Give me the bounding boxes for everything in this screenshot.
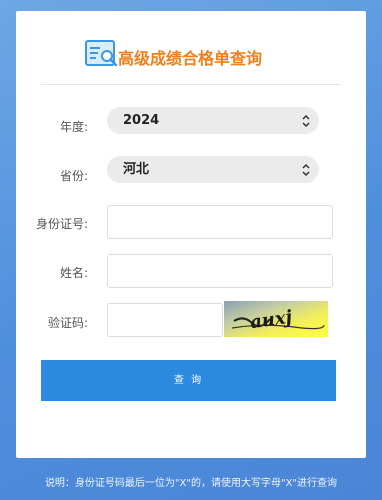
- captcha-label: 验证码:: [47, 316, 88, 330]
- captcha-input[interactable]: [107, 303, 223, 337]
- name-input[interactable]: [107, 254, 333, 288]
- chevron-updown-icon: [302, 163, 310, 177]
- province-select-value: 河北: [123, 162, 150, 177]
- divider: [41, 84, 341, 85]
- year-select-value: 2024: [123, 113, 160, 128]
- id-number-input[interactable]: [107, 205, 333, 239]
- header: 高级成绩合格单查询: [85, 39, 315, 73]
- query-button[interactable]: 查 询: [41, 360, 336, 401]
- province-select[interactable]: 河北: [107, 156, 319, 183]
- captcha-image[interactable]: auxj: [224, 301, 328, 337]
- chevron-updown-icon: [302, 114, 310, 128]
- footer-note: 说明：身份证号码最后一位为"X"的，请使用大写字母"X"进行查询: [44, 478, 338, 489]
- name-label: 姓名:: [59, 266, 88, 280]
- year-select[interactable]: 2024: [107, 107, 319, 134]
- id-number-label: 身份证号:: [35, 217, 88, 231]
- certificate-search-icon: [85, 40, 118, 67]
- page-title: 高级成绩合格单查询: [118, 49, 263, 68]
- year-label: 年度:: [59, 120, 88, 134]
- province-label: 省份:: [59, 169, 88, 183]
